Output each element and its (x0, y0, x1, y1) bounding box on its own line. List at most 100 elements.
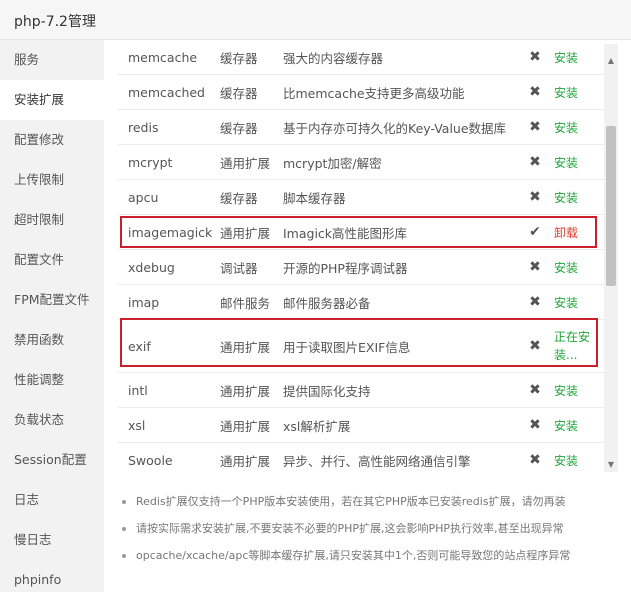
extension-name: Swoole (118, 442, 220, 472)
extension-description: xsl解析扩展 (283, 407, 516, 443)
extension-name: memcached (118, 74, 220, 110)
sidebar-nav: 服务 安装扩展 配置修改 上传限制 超时限制 配置文件 FPM配置文件 禁用函数 性能调整 负载状… (0, 40, 104, 592)
sidebar-item[interactable]: 日志 (0, 480, 104, 520)
extension-type: 缓存器 (220, 179, 283, 215)
extension-row: apcu 缓存器 脚本缓存器 ✖ 安装 (118, 179, 604, 215)
not-installed-x-icon: ✖ (516, 144, 554, 180)
sidebar-item[interactable]: 慢日志 (0, 520, 104, 560)
not-installed-x-icon: ✖ (516, 372, 554, 408)
scroll-thumb[interactable] (606, 126, 616, 286)
extension-row: xsl 通用扩展 xsl解析扩展 ✖ 安装 (118, 407, 604, 443)
extension-description: mcrypt加密/解密 (283, 144, 516, 180)
extension-action-cell: 安装 (554, 284, 604, 320)
not-installed-x-icon: ✖ (516, 319, 554, 373)
extension-description: 强大的内容缓存器 (283, 40, 516, 75)
extension-action-cell: 安装 (554, 249, 604, 285)
sidebar-item[interactable]: 配置文件 (0, 240, 104, 280)
uninstall-link[interactable]: 卸载 (554, 226, 578, 240)
sidebar-item[interactable]: 安装扩展 (0, 80, 104, 120)
extension-action-cell: 卸载 (554, 214, 604, 250)
extension-type: 邮件服务 (220, 284, 283, 320)
extension-action-cell: 安装 (554, 407, 604, 443)
sidebar-item[interactable]: FPM配置文件 (0, 280, 104, 320)
sidebar-item[interactable]: phpinfo (0, 560, 104, 600)
extension-type: 缓存器 (220, 40, 283, 75)
sidebar-item[interactable]: 配置修改 (0, 120, 104, 160)
extension-type: 调试器 (220, 249, 283, 285)
extension-type: 通用扩展 (220, 372, 283, 408)
extension-row: imagemagick 通用扩展 Imagick高性能图形库 ✔ 卸载 (118, 214, 604, 250)
not-installed-x-icon: ✖ (516, 40, 554, 75)
extension-action-cell: 安装 (554, 109, 604, 145)
sidebar-item[interactable]: 负载状态 (0, 400, 104, 440)
not-installed-x-icon: ✖ (516, 442, 554, 472)
extension-name: memcache (118, 40, 220, 75)
extension-description: Imagick高性能图形库 (283, 214, 516, 250)
extension-action-cell: 安装 (554, 442, 604, 472)
extension-name: imagemagick (118, 214, 220, 250)
extension-description: 基于内存亦可持久化的Key-Value数据库 (283, 109, 516, 145)
extension-row: xdebug 调试器 开源的PHP程序调试器 ✖ 安装 (118, 249, 604, 285)
install-link[interactable]: 安装 (554, 296, 578, 310)
extension-row: exif 通用扩展 用于读取图片EXIF信息 ✖ 正在安装... (118, 319, 604, 373)
extension-type: 通用扩展 (220, 214, 283, 250)
extension-row: Swoole 通用扩展 异步、并行、高性能网络通信引擎 ✖ 安装 (118, 442, 604, 472)
extension-action-cell: 安装 (554, 144, 604, 180)
install-link[interactable]: 安装 (554, 419, 578, 433)
not-installed-x-icon: ✖ (516, 249, 554, 285)
sidebar-item[interactable]: 上传限制 (0, 160, 104, 200)
extension-description: 比memcache支持更多高级功能 (283, 74, 516, 110)
extension-name: redis (118, 109, 220, 145)
extension-action-cell: 安装 (554, 179, 604, 215)
install-link[interactable]: 安装 (554, 454, 578, 468)
extension-name: intl (118, 372, 220, 408)
extension-type: 缓存器 (220, 74, 283, 110)
extension-action-cell: 安装 (554, 74, 604, 110)
extension-row: memcache 缓存器 强大的内容缓存器 ✖ 安装 (118, 40, 604, 75)
extension-type: 通用扩展 (220, 407, 283, 443)
extension-name: imap (118, 284, 220, 320)
installing-status-link[interactable]: 正在安装... (554, 330, 590, 362)
note-item: opcache/xcache/apc等脚本缓存扩展,请只安装其中1个,否则可能导… (120, 542, 620, 569)
extension-description: 用于读取图片EXIF信息 (283, 319, 516, 373)
extension-name: exif (118, 319, 220, 373)
extension-name: mcrypt (118, 144, 220, 180)
notes-list: Redis扩展仅支持一个PHP版本安装使用，若在其它PHP版本已安装redis扩… (120, 488, 620, 569)
install-link[interactable]: 安装 (554, 384, 578, 398)
install-link[interactable]: 安装 (554, 121, 578, 135)
extension-type: 通用扩展 (220, 442, 283, 472)
install-link[interactable]: 安装 (554, 191, 578, 205)
extension-row: intl 通用扩展 提供国际化支持 ✖ 安装 (118, 372, 604, 408)
install-link[interactable]: 安装 (554, 86, 578, 100)
installed-check-icon: ✔ (516, 214, 554, 250)
extension-action-cell: 安装 (554, 40, 604, 75)
install-link[interactable]: 安装 (554, 156, 578, 170)
sidebar-item[interactable]: 禁用函数 (0, 320, 104, 360)
extension-description: 异步、并行、高性能网络通信引擎 (283, 442, 516, 472)
extension-description: 提供国际化支持 (283, 372, 516, 408)
not-installed-x-icon: ✖ (516, 284, 554, 320)
scroll-up-arrow-icon[interactable]: ▲ (606, 56, 616, 66)
install-link[interactable]: 安装 (554, 51, 578, 65)
sidebar-item[interactable]: 性能调整 (0, 360, 104, 400)
note-item: Redis扩展仅支持一个PHP版本安装使用，若在其它PHP版本已安装redis扩… (120, 488, 620, 515)
sidebar-item[interactable]: 超时限制 (0, 200, 104, 240)
extension-row: memcached 缓存器 比memcache支持更多高级功能 ✖ 安装 (118, 74, 604, 110)
sidebar-item[interactable]: Session配置 (0, 440, 104, 480)
extensions-table-container: memcache 缓存器 强大的内容缓存器 ✖ 安装 memcached 缓存器 比memca… (118, 40, 619, 472)
note-item: 请按实际需求安装扩展,不要安装不必要的PHP扩展,这会影响PHP执行效率,甚至出… (120, 515, 620, 542)
extension-type: 缓存器 (220, 109, 283, 145)
table-scrollbar[interactable]: ▲ ▼ (604, 44, 618, 472)
extension-action-cell: 安装 (554, 372, 604, 408)
extension-action-cell: 正在安装... (554, 319, 604, 373)
window-titlebar: php-7.2管理 (0, 0, 631, 40)
window-title: php-7.2管理 (14, 14, 96, 30)
extension-row: imap 邮件服务 邮件服务器必备 ✖ 安装 (118, 284, 604, 320)
scroll-down-arrow-icon[interactable]: ▼ (606, 460, 616, 470)
not-installed-x-icon: ✖ (516, 407, 554, 443)
sidebar-item[interactable]: 服务 (0, 40, 104, 80)
install-link[interactable]: 安装 (554, 261, 578, 275)
not-installed-x-icon: ✖ (516, 74, 554, 110)
not-installed-x-icon: ✖ (516, 179, 554, 215)
extension-row: redis 缓存器 基于内存亦可持久化的Key-Value数据库 ✖ 安装 (118, 109, 604, 145)
